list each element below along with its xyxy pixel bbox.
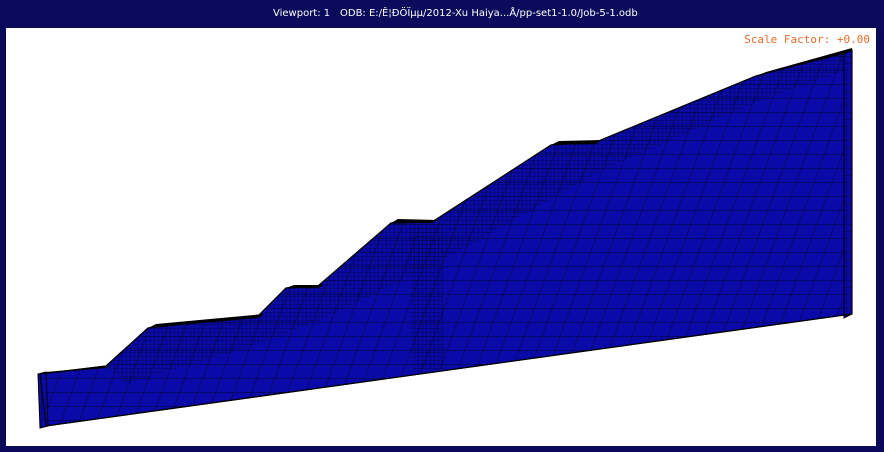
- mesh-model[interactable]: [6, 28, 876, 446]
- viewport-window: Viewport: 1 ODB: E:/Ê¦ÐÖÏµµ/2012-Xu Haiy…: [0, 0, 884, 452]
- right-end-grid: [844, 50, 852, 318]
- odb-path-label: ODB: E:/Ê¦ÐÖÏµµ/2012-Xu Haiya...Å/pp-set…: [340, 8, 638, 19]
- viewport-titlebar: Viewport: 1 ODB: E:/Ê¦ÐÖÏµµ/2012-Xu Haiy…: [0, 0, 884, 28]
- viewport-label: Viewport: 1: [273, 8, 331, 19]
- model-canvas[interactable]: Scale Factor: +0.00: [6, 28, 876, 446]
- dense-column: [410, 224, 444, 372]
